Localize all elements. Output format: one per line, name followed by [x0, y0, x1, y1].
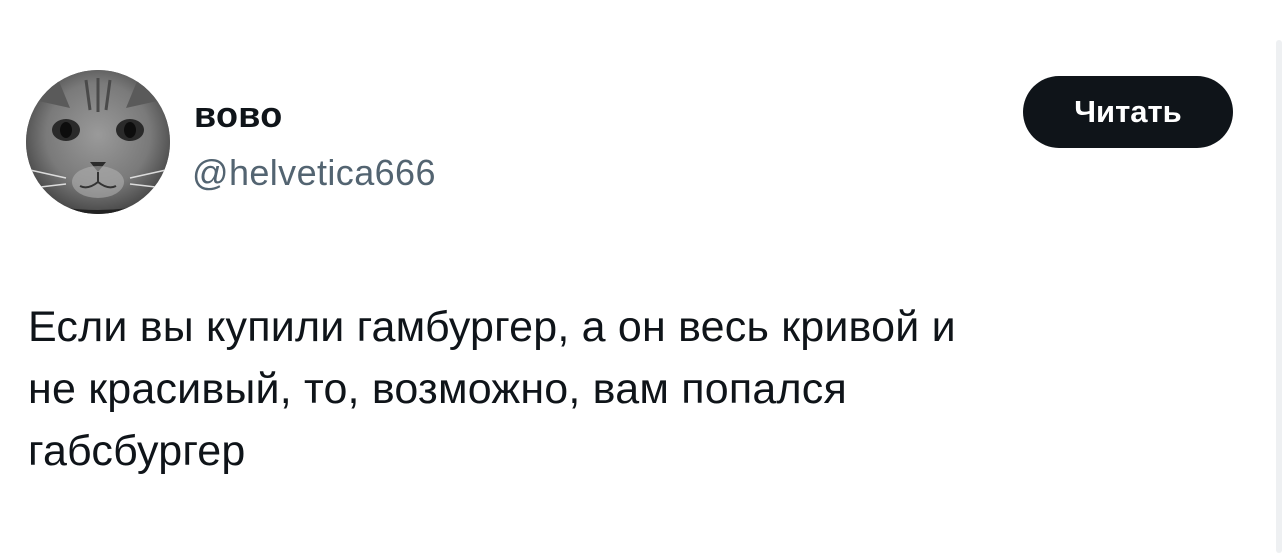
tweet-text: Если вы купили гамбургер, а он весь крив…: [28, 296, 1228, 482]
scrollbar[interactable]: [1276, 40, 1282, 553]
user-handle[interactable]: @helvetica666: [192, 150, 436, 196]
tweet-text-line: не красивый, то, возможно, вам попался: [28, 365, 847, 413]
tweet-text-line: габсбургер: [28, 427, 246, 475]
tweet-card: вово @helvetica666 Читать Если вы купили…: [0, 0, 1284, 553]
display-name[interactable]: вово: [194, 92, 283, 138]
tweet-text-line: Если вы купили гамбургер, а он весь крив…: [28, 303, 956, 351]
avatar[interactable]: [26, 70, 170, 214]
cat-avatar-icon: [26, 70, 170, 214]
follow-button[interactable]: Читать: [1023, 76, 1233, 148]
